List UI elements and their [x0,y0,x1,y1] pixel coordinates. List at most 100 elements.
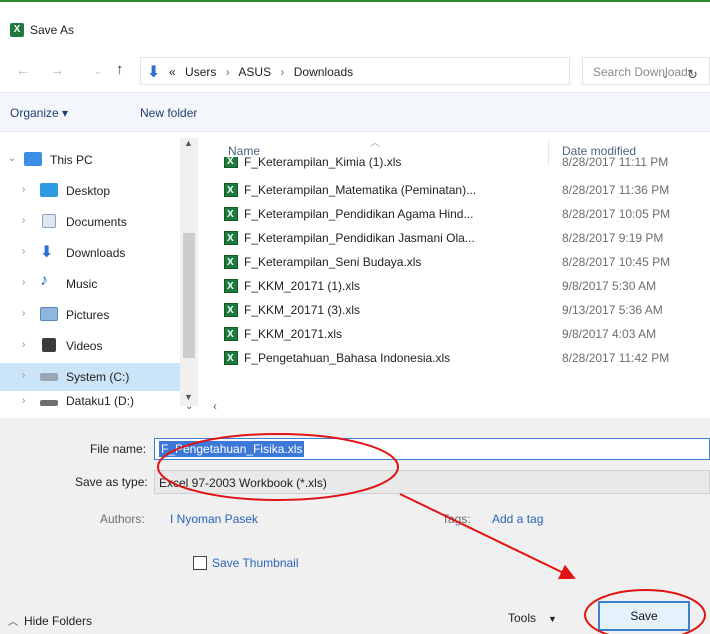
sidebar-item-label: Documents [66,215,127,229]
file-date: 8/28/2017 11:36 PM [562,183,670,197]
expand-chevron-icon[interactable]: › [22,370,25,381]
sidebar-scroll-down-icon[interactable]: ⌄ [185,401,193,412]
desktop-icon [40,183,58,197]
table-row[interactable]: F_Keterampilan_Kimia (1).xls 8/28/2017 1… [210,157,710,173]
address-bar[interactable]: ⬇ « Users › ASUS › Downloads ⌄ ↻ [140,57,698,85]
file-date: 9/8/2017 4:03 AM [562,327,657,341]
expand-chevron-icon[interactable]: ⌄ [8,153,16,164]
file-name: F_Keterampilan_Matematika (Peminatan)... [244,183,477,197]
save-thumbnail-label[interactable]: Save Thumbnail [212,556,299,570]
new-folder-button[interactable]: New folder [140,106,197,120]
sidebar-item-music[interactable]: › ♪ Music [0,270,180,298]
back-arrow-icon[interactable]: ← [16,62,30,78]
breadcrumb-separator[interactable]: › [280,65,284,79]
sidebar-item-desktop[interactable]: › Desktop [0,177,180,205]
table-row[interactable]: F_Keterampilan_Pendidikan Agama Hind... … [210,201,710,227]
excel-file-icon [224,279,238,293]
file-date: 8/28/2017 11:11 PM [562,157,669,169]
table-row[interactable]: F_Pengetahuan_Bahasa Indonesia.xls 8/28/… [210,345,710,371]
downloads-icon: ⬇ [147,64,161,81]
music-icon: ♪ [40,272,48,289]
drive-icon [40,400,58,406]
file-name: F_Keterampilan_Kimia (1).xls [244,157,402,169]
sidebar-item-pictures[interactable]: › Pictures [0,301,180,329]
excel-file-icon [224,207,238,221]
save-type-select[interactable]: Excel 97-2003 Workbook (*.xls) [154,470,710,494]
breadcrumb-separator[interactable]: › [226,65,230,79]
sidebar-item-system-c[interactable]: › System (C:) [0,363,180,391]
breadcrumb-downloads[interactable]: Downloads [294,65,353,79]
downloads-icon: ⬇ [40,244,54,261]
table-row[interactable]: F_KKM_20171 (1).xls 9/8/2017 5:30 AM [210,273,710,299]
file-name-value[interactable]: F_Pengetahuan_Fisika.xls [159,441,305,457]
sidebar-item-videos[interactable]: › Videos [0,332,180,360]
sidebar-item-label: Music [66,277,98,291]
file-date: 8/28/2017 10:45 PM [562,255,671,269]
table-row[interactable]: F_Keterampilan_Matematika (Peminatan)...… [210,177,710,203]
scroll-left-icon[interactable]: ‹ [213,399,217,413]
expand-chevron-icon[interactable]: › [22,308,25,319]
tools-button[interactable]: Tools ▼ [508,611,557,625]
tags-value[interactable]: Add a tag [492,512,543,526]
toolbar: Organize ▾ New folder [0,92,710,132]
file-name: F_Keterampilan_Pendidikan Agama Hind... [244,207,474,221]
sidebar-item-dataku1-d[interactable]: › Dataku1 (D:) [0,394,180,408]
expand-chevron-icon[interactable]: › [22,246,25,257]
sidebar-scrollbar[interactable]: ▲ ▼ [180,138,198,406]
file-name: F_KKM_20171.xls [244,327,343,341]
scrollbar-thumb[interactable] [183,233,195,358]
sidebar-item-label: Videos [66,339,103,353]
sidebar-item-this-pc[interactable]: ⌄ This PC [0,146,180,174]
expand-chevron-icon[interactable]: › [22,395,25,406]
excel-file-icon [224,255,238,269]
monitor-icon [24,152,42,166]
authors-value[interactable]: I Nyoman Pasek [170,512,258,526]
excel-file-icon [224,183,238,197]
scroll-up-icon[interactable]: ▲ [184,138,193,148]
excel-file-icon [224,157,238,168]
documents-icon [42,214,56,228]
title-bar: X Save As [0,0,710,40]
navigation-pane: ⌄ This PC › Desktop › Documents › ⬇ Down… [0,138,205,408]
table-row[interactable]: F_KKM_20171 (3).xls 9/13/2017 5:36 AM [210,297,710,323]
expand-chevron-icon[interactable]: › [22,184,25,195]
sort-ascending-icon: ︿ [370,138,380,149]
file-date: 8/28/2017 9:19 PM [562,231,664,245]
file-list-horizontal-scrollbar[interactable]: ‹ [205,398,710,416]
authors-label: Authors: [100,512,145,526]
save-thumbnail-checkbox[interactable] [193,556,207,570]
breadcrumb-asus[interactable]: ASUS [238,65,271,79]
excel-icon: X [10,23,24,37]
dropdown-arrow-icon: ▼ [548,614,557,624]
table-row[interactable]: F_Keterampilan_Seni Budaya.xls 8/28/2017… [210,249,710,275]
table-row[interactable]: F_Keterampilan_Pendidikan Jasmani Ola...… [210,225,710,251]
sidebar-item-documents[interactable]: › Documents [0,208,180,236]
table-row[interactable]: F_KKM_20171.xls 9/8/2017 4:03 AM [210,321,710,347]
breadcrumb-users[interactable]: Users [185,65,216,79]
save-form: File name: F_Pengetahuan_Fisika.xls Save… [0,418,710,634]
caret-up-icon: ︿ [8,617,18,628]
expand-chevron-icon[interactable]: › [22,277,25,288]
file-name: F_Keterampilan_Seni Budaya.xls [244,255,422,269]
file-name-field[interactable]: F_Pengetahuan_Fisika.xls [154,438,710,460]
breadcrumb-overflow[interactable]: « [169,65,176,79]
expand-chevron-icon[interactable]: › [22,339,25,350]
save-button[interactable]: Save [598,601,690,631]
organize-button[interactable]: Organize ▾ [10,106,68,120]
recent-locations-icon[interactable]: ⌄ [94,66,102,77]
up-arrow-icon[interactable]: ↑ [116,61,124,78]
file-date: 8/28/2017 10:05 PM [562,207,671,221]
window-title: Save As [30,23,75,37]
sidebar-item-label: Downloads [66,246,126,260]
breadcrumb: « Users › ASUS › Downloads [169,65,353,79]
hide-folders-button[interactable]: ︿ Hide Folders [8,613,92,628]
excel-file-icon [224,231,238,245]
column-header-name[interactable]: Name [228,144,260,158]
excel-file-icon [224,327,238,341]
forward-arrow-icon[interactable]: → [50,62,64,78]
expand-chevron-icon[interactable]: › [22,215,25,226]
hide-folders-label: Hide Folders [24,614,93,628]
sidebar-item-downloads[interactable]: › ⬇ Downloads [0,239,180,267]
column-header-date[interactable]: Date modified [562,144,636,158]
search-input[interactable]: Search Downloads [582,57,710,85]
